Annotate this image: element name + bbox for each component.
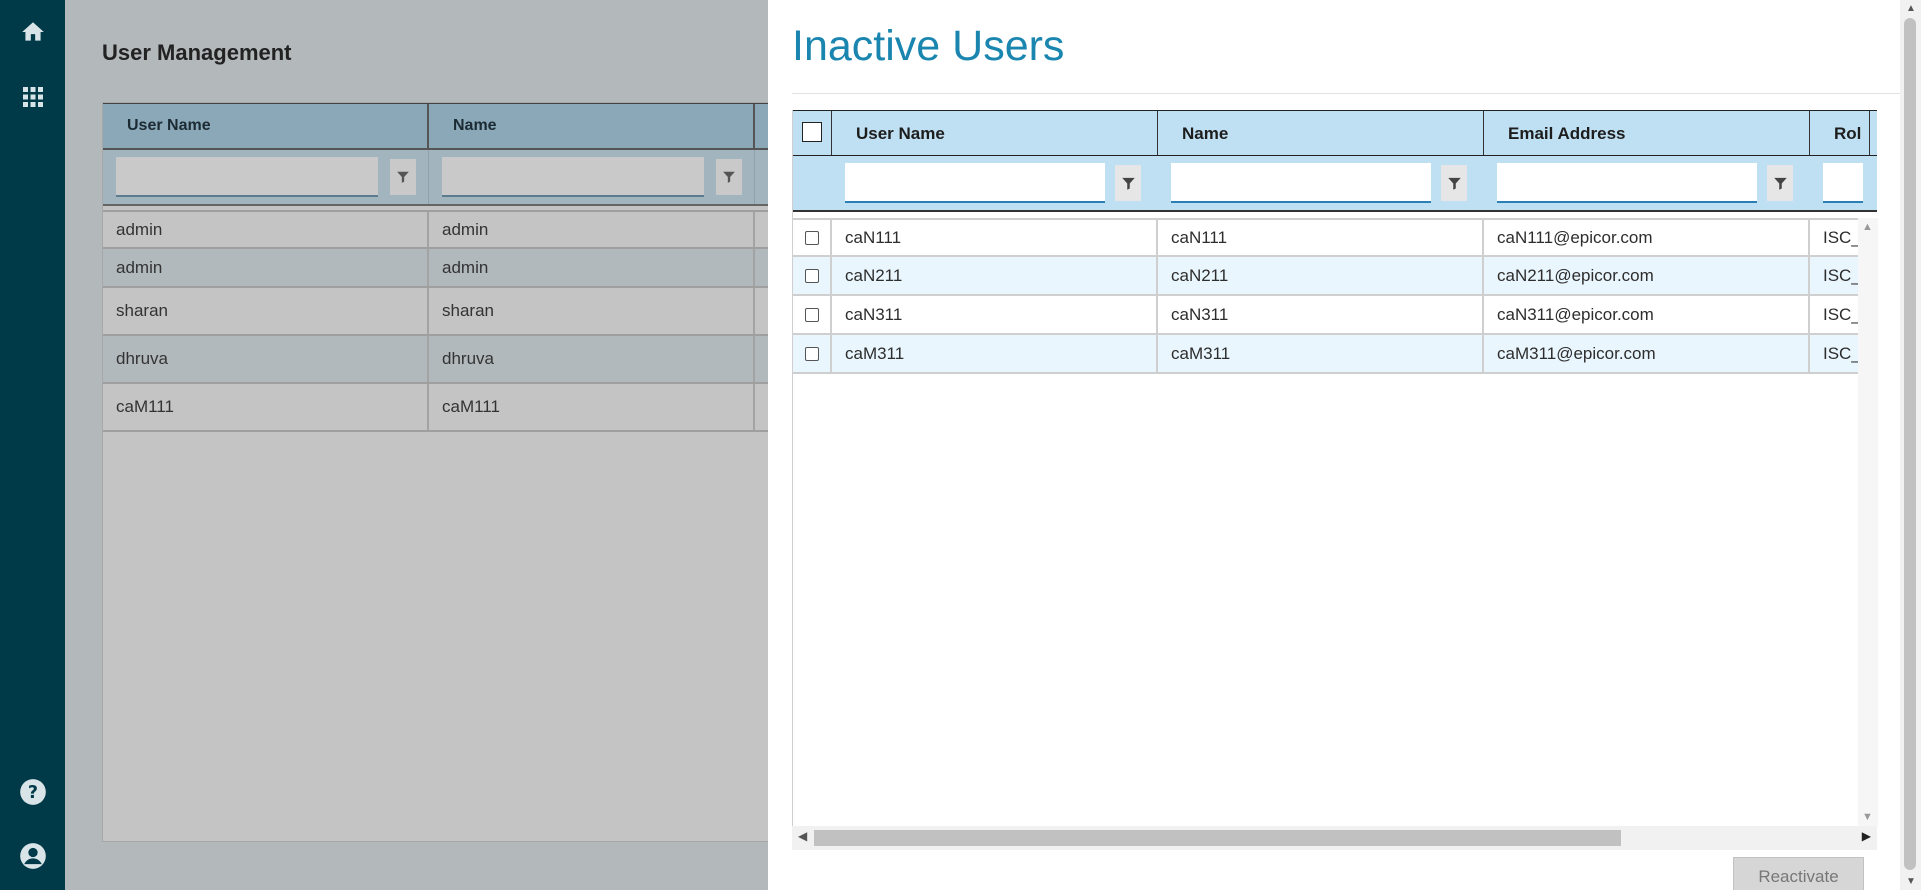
cell-name: admin: [429, 249, 755, 286]
cell-email: caN311@epicor.com: [1484, 296, 1810, 333]
filter-cell: [1484, 156, 1810, 210]
table-row[interactable]: caN111 caN111 caN111@epicor.com ISC_: [793, 218, 1877, 257]
scroll-up-icon[interactable]: ▲: [1862, 221, 1873, 233]
row-checkbox[interactable]: [804, 230, 819, 245]
reactivate-button[interactable]: Reactivate: [1733, 857, 1864, 890]
cell-name: admin: [429, 212, 755, 247]
table-row[interactable]: caN311 caN311 caN311@epicor.com ISC_: [793, 296, 1877, 335]
nav-rail: ?: [0, 0, 65, 890]
cell-user-name: admin: [103, 249, 429, 286]
cell-email: caN111@epicor.com: [1484, 220, 1810, 255]
scroll-left-icon[interactable]: ◀: [798, 829, 807, 843]
filter-icon[interactable]: [1767, 165, 1793, 201]
filter-icon[interactable]: [1441, 165, 1467, 201]
cell-user-name: caM311: [832, 335, 1158, 372]
cell-user-name: caN211: [832, 257, 1158, 294]
table-row[interactable]: caN211 caN211 caN211@epicor.com ISC_: [793, 257, 1877, 296]
filter-input-user-name[interactable]: [116, 157, 378, 197]
select-all-cell: [793, 111, 832, 155]
scroll-down-icon[interactable]: ▼: [1862, 811, 1873, 823]
select-all-checkbox[interactable]: [802, 122, 822, 142]
filter-icon[interactable]: [716, 159, 742, 195]
cell-user-name: caN311: [832, 296, 1158, 333]
home-icon[interactable]: [16, 15, 50, 49]
cell-user-name: caM111: [103, 384, 429, 430]
cell-name: caN311: [1158, 296, 1484, 333]
row-checkbox[interactable]: [804, 307, 819, 322]
cell-name: dhruva: [429, 336, 755, 382]
filter-input-email[interactable]: [1497, 163, 1757, 203]
inactive-users-panel: Inactive Users User Name Name Email Addr…: [768, 0, 1921, 890]
column-header-email[interactable]: Email Address: [1484, 111, 1810, 155]
apps-grid-icon[interactable]: [16, 80, 50, 114]
filter-icon[interactable]: [390, 159, 416, 195]
filter-cell: [1810, 156, 1870, 210]
cell-name: sharan: [429, 288, 755, 334]
inactive-users-grid: User Name Name Email Address Rol caN111 …: [792, 110, 1877, 826]
page-scroll-thumb[interactable]: [1904, 18, 1916, 870]
cell-user-name: sharan: [103, 288, 429, 334]
page-scrollbar[interactable]: ▲ ▼: [1900, 0, 1921, 890]
table-row[interactable]: caM311 caM311 caM311@epicor.com ISC_: [793, 335, 1877, 374]
column-header-name[interactable]: Name: [1158, 111, 1484, 155]
cell-name: caM311: [1158, 335, 1484, 372]
user-account-icon[interactable]: [16, 839, 50, 873]
scroll-right-icon[interactable]: ▶: [1862, 829, 1871, 843]
filter-cell: [832, 156, 1158, 210]
help-icon[interactable]: ?: [16, 775, 50, 809]
grid-horizontal-scrollbar[interactable]: ◀ ▶: [792, 826, 1877, 850]
filter-cell: [103, 150, 429, 204]
svg-text:?: ?: [28, 783, 38, 803]
cell-name: caN211: [1158, 257, 1484, 294]
horizontal-scroll-thumb[interactable]: [814, 830, 1621, 846]
row-select-cell: [793, 296, 832, 333]
column-header-user-name[interactable]: User Name: [832, 111, 1158, 155]
row-select-cell: [793, 335, 832, 372]
cell-name: caM111: [429, 384, 755, 430]
filter-input-role[interactable]: [1823, 163, 1863, 203]
column-header-user-name: User Name: [103, 104, 429, 148]
filter-spacer: [793, 156, 832, 210]
panel-title: Inactive Users: [792, 22, 1065, 70]
filter-input-user-name[interactable]: [845, 163, 1105, 203]
filter-icon[interactable]: [1115, 165, 1141, 201]
cell-email: caM311@epicor.com: [1484, 335, 1810, 372]
row-checkbox[interactable]: [804, 268, 819, 283]
cell-email: caN211@epicor.com: [1484, 257, 1810, 294]
scroll-up-icon[interactable]: ▲: [1906, 3, 1916, 14]
row-select-cell: [793, 257, 832, 294]
grid-vertical-scrollbar[interactable]: ▲ ▼: [1858, 218, 1878, 826]
column-header-name: Name: [429, 104, 755, 148]
filter-input-name[interactable]: [1171, 163, 1431, 203]
column-header-role[interactable]: Rol: [1810, 111, 1870, 155]
row-checkbox[interactable]: [804, 346, 819, 361]
filter-input-name[interactable]: [442, 157, 704, 197]
row-select-cell: [793, 220, 832, 255]
grid-body: caN111 caN111 caN111@epicor.com ISC_ caN…: [793, 212, 1877, 374]
cell-user-name: dhruva: [103, 336, 429, 382]
cell-user-name: admin: [103, 212, 429, 247]
cell-name: caN111: [1158, 220, 1484, 255]
page-title: User Management: [102, 40, 292, 65]
cell-user-name: caN111: [832, 220, 1158, 255]
scroll-down-icon[interactable]: ▼: [1906, 876, 1916, 887]
filter-cell: [1158, 156, 1484, 210]
filter-cell: [429, 150, 755, 204]
grid-filter-row: [793, 156, 1877, 212]
grid-header: User Name Name Email Address Rol: [793, 110, 1877, 156]
title-divider: [792, 93, 1900, 94]
